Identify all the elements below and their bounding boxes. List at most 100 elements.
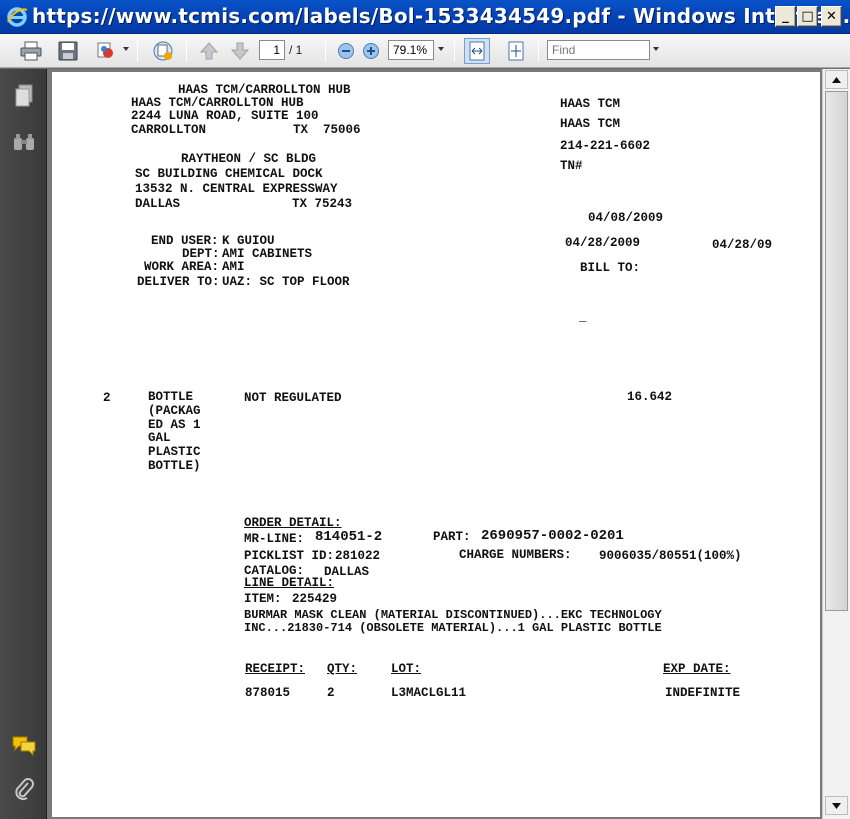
organize-pages-button[interactable] — [150, 38, 176, 64]
carrier-line-2: HAAS TCM — [560, 117, 621, 131]
picklist-value: 281022 — [335, 549, 381, 563]
floppy-disk-icon — [58, 41, 78, 61]
bill-to-label: BILL TO: — [580, 261, 641, 275]
from-city: CARROLLTON — [131, 123, 207, 137]
lot-value: L3MACLGL11 — [391, 686, 467, 700]
toolbar-separator — [538, 40, 539, 62]
page-number-input[interactable]: 1 — [259, 40, 285, 60]
lot-header: LOT: — [391, 662, 422, 676]
dept-value: AMI CABINETS — [222, 247, 313, 261]
scrollbar-thumb[interactable] — [825, 91, 848, 611]
dept-label: DEPT: — [182, 247, 220, 261]
printer-icon — [20, 41, 42, 61]
carrier-phone: 214-221-6602 — [560, 139, 651, 153]
to-heading: RAYTHEON / SC BLDG — [181, 152, 317, 166]
work-area-label: WORK AREA: — [144, 260, 220, 274]
attachments-panel-button[interactable] — [11, 776, 37, 802]
share-button[interactable] — [93, 38, 119, 64]
part-label: PART: — [433, 530, 471, 544]
vertical-scrollbar[interactable] — [822, 69, 850, 819]
zoom-out-button[interactable] — [333, 38, 359, 64]
toolbar-separator — [137, 40, 138, 62]
paperclip-icon — [15, 778, 34, 801]
date-2: 04/28/2009 — [565, 236, 641, 250]
line-item-hazard: NOT REGULATED — [244, 391, 342, 405]
receipt-value: 878015 — [245, 686, 291, 700]
ship-date: 04/08/2009 — [588, 211, 664, 225]
line-item-weight: 16.642 — [627, 390, 673, 404]
carrier-tn: TN# — [560, 159, 583, 173]
to-state-zip: TX 75243 — [292, 197, 353, 211]
binoculars-icon — [14, 134, 34, 150]
item-value: 225429 — [292, 592, 338, 606]
document-viewport[interactable]: HAAS TCM/CARROLLTON HUB HAAS TCM/CARROLL… — [47, 69, 822, 819]
qty-header: QTY: — [327, 662, 358, 676]
scroll-down-button[interactable] — [825, 796, 848, 815]
carrier-line-1: HAAS TCM — [560, 97, 621, 111]
to-address: 13532 N. CENTRAL EXPRESSWAY — [135, 182, 338, 196]
find-dropdown-icon[interactable] — [653, 47, 659, 51]
exp-date-value: INDEFINITE — [665, 686, 741, 700]
arrow-up-icon — [199, 42, 219, 60]
plus-circle-icon — [363, 43, 379, 59]
to-city: DALLAS — [135, 197, 181, 211]
search-panel-button[interactable] — [11, 129, 37, 155]
line-item-qty: 2 — [103, 391, 111, 405]
pdf-toolbar: 1 / 1 79.1% Find — [0, 34, 850, 68]
pages-panel-button[interactable] — [11, 83, 37, 109]
maximize-button[interactable]: □ — [797, 6, 818, 27]
fit-page-button[interactable] — [503, 38, 529, 64]
bill-to-value: _ — [579, 310, 587, 324]
mr-line-label: MR-LINE: — [244, 532, 305, 546]
fit-width-button[interactable] — [464, 38, 490, 64]
window-title: https://www.tcmis.com/labels/Bol-1533434… — [32, 4, 850, 28]
from-state-zip: TX 75006 — [293, 123, 361, 137]
maximize-icon: □ — [801, 9, 814, 24]
share-dropdown-icon[interactable] — [123, 47, 129, 51]
end-user-value: K GUIOU — [222, 234, 275, 248]
page-count: / 1 — [289, 43, 303, 57]
find-input[interactable]: Find — [547, 40, 650, 60]
comments-panel-button[interactable] — [11, 732, 37, 758]
item-label: ITEM: — [244, 592, 282, 606]
close-icon: ✕ — [826, 9, 837, 24]
pdf-page: HAAS TCM/CARROLLTON HUB HAAS TCM/CARROLL… — [52, 72, 820, 817]
minus-circle-icon — [338, 43, 354, 59]
from-heading: HAAS TCM/CARROLLTON HUB — [178, 83, 351, 97]
comments-icon — [12, 736, 36, 756]
item-description-2: INC...21830-714 (OBSOLETE MATERIAL)...1 … — [244, 621, 662, 635]
save-button[interactable] — [55, 38, 81, 64]
close-button[interactable]: ✕ — [821, 6, 842, 27]
triangle-down-icon — [832, 802, 841, 809]
picklist-label: PICKLIST ID: — [244, 549, 335, 563]
part-value: 2690957-0002-0201 — [481, 528, 624, 544]
minimize-button[interactable]: _ — [775, 6, 796, 27]
fit-width-icon — [469, 41, 485, 61]
zoom-dropdown-icon[interactable] — [438, 47, 444, 51]
zoom-level-select[interactable]: 79.1% — [388, 40, 434, 60]
from-address: 2244 LUNA ROAD, SUITE 100 — [131, 109, 319, 123]
end-user-label: END USER: — [151, 234, 219, 248]
print-button[interactable] — [18, 38, 44, 64]
internet-explorer-icon — [7, 7, 28, 27]
navigation-panel — [0, 69, 47, 819]
arrow-down-icon — [230, 42, 250, 60]
zoom-in-button[interactable] — [358, 38, 384, 64]
scroll-up-button[interactable] — [825, 70, 848, 89]
window-title-bar[interactable]: https://www.tcmis.com/labels/Bol-1533434… — [0, 0, 850, 34]
deliver-to-value: UAZ: SC TOP FLOOR — [222, 275, 350, 289]
from-name: HAAS TCM/CARROLLTON HUB — [131, 96, 304, 110]
order-detail-heading: ORDER DETAIL: — [244, 516, 342, 530]
work-area-value: AMI — [222, 260, 245, 274]
next-page-button[interactable] — [227, 38, 253, 64]
share-icon — [97, 42, 113, 58]
line-item-package: BOTTLE (PACKAG ED AS 1 GAL PLASTIC BOTTL… — [148, 390, 201, 473]
date-3: 04/28/09 — [712, 238, 773, 252]
mr-line-value: 814051-2 — [315, 529, 383, 545]
toolbar-separator — [454, 40, 455, 62]
charge-numbers-label: CHARGE NUMBERS: — [459, 548, 572, 562]
toolbar-separator — [186, 40, 187, 62]
line-detail-heading: LINE DETAIL: — [244, 576, 335, 590]
receipt-qty-value: 2 — [327, 686, 335, 700]
previous-page-button[interactable] — [196, 38, 222, 64]
